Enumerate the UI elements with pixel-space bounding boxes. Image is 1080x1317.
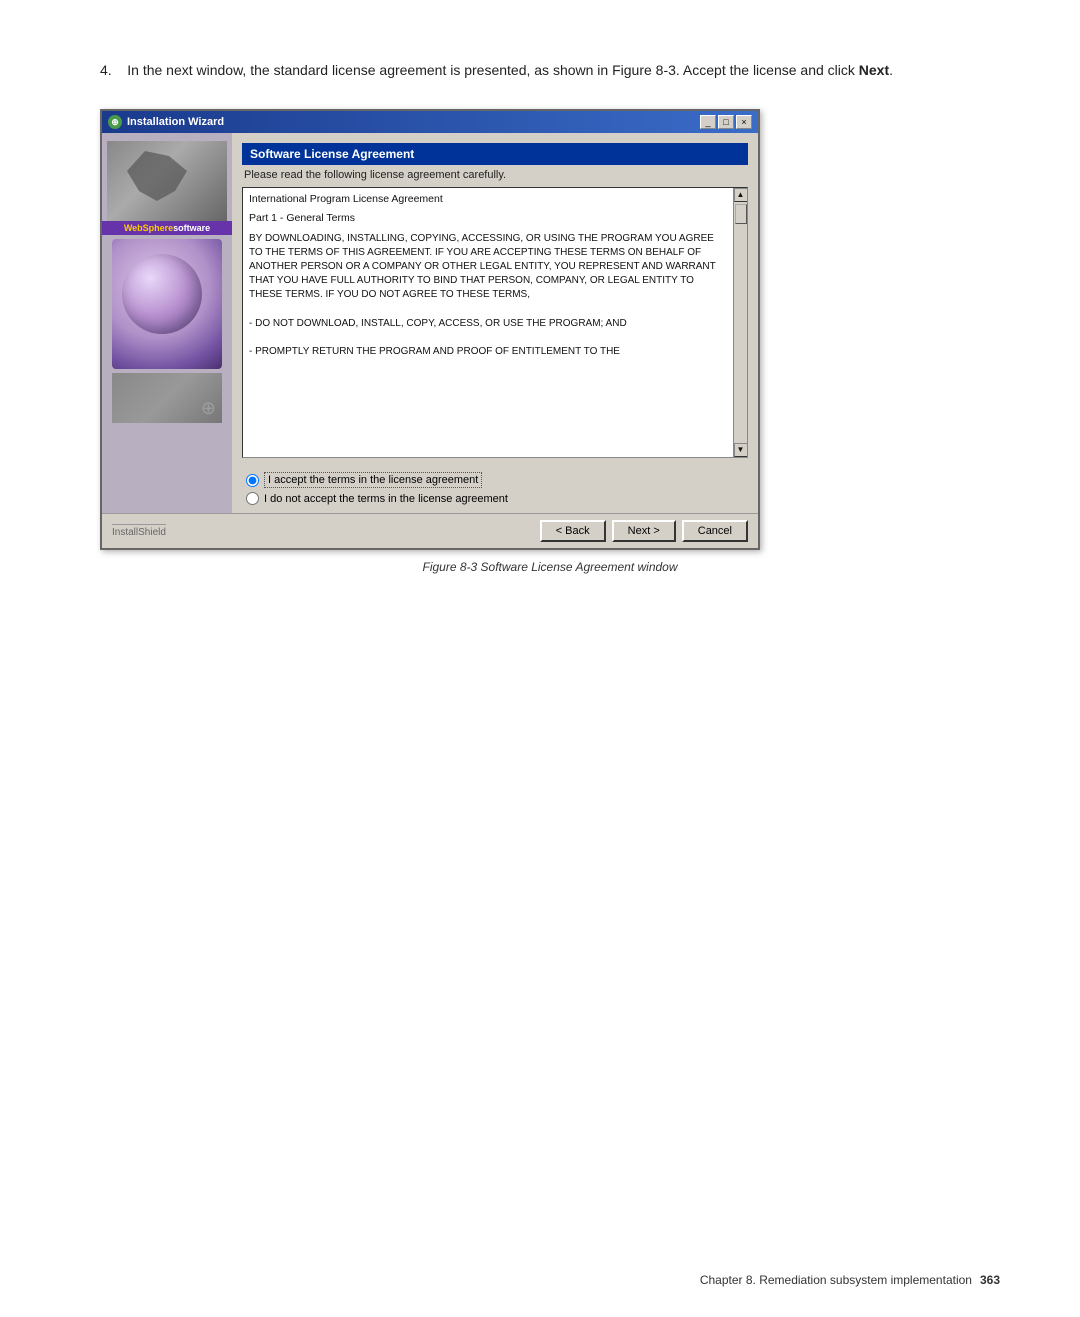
- cancel-button[interactable]: Cancel: [682, 520, 748, 542]
- page-number: 363: [980, 1273, 1000, 1287]
- close-button[interactable]: ×: [736, 115, 752, 129]
- minimize-button[interactable]: _: [700, 115, 716, 129]
- sidebar-bird-image: [107, 141, 227, 221]
- instruction-suffix: .: [889, 62, 893, 78]
- scroll-up-arrow[interactable]: ▲: [734, 188, 748, 202]
- instruction-paragraph: 4. In the next window, the standard lice…: [100, 60, 1000, 81]
- license-text-area: International Program License Agreement …: [242, 187, 748, 458]
- license-text-wrapper: International Program License Agreement …: [242, 187, 748, 458]
- websphere-label-part1: WebSphere: [124, 223, 173, 233]
- page-footer: Chapter 8. Remediation subsystem impleme…: [0, 1273, 1080, 1287]
- page-footer-text: Chapter 8. Remediation subsystem impleme…: [700, 1273, 1000, 1287]
- radio-decline-label: I do not accept the terms in the license…: [264, 493, 508, 505]
- license-text-inner: International Program License Agreement …: [249, 192, 741, 359]
- sidebar-globe-image: [112, 239, 222, 369]
- license-header: International Program License Agreement: [249, 192, 725, 207]
- figure-caption: Figure 8-3 Software License Agreement wi…: [100, 560, 1000, 574]
- radio-accept-input[interactable]: [246, 474, 259, 487]
- section-subtitle: Please read the following license agreem…: [242, 169, 748, 181]
- radio-section: I accept the terms in the license agreem…: [242, 466, 748, 513]
- window-body: WebSphere software Software License Agre…: [102, 133, 758, 513]
- radio-decline-input[interactable]: [246, 492, 259, 505]
- instruction-text: In the next window, the standard license…: [127, 62, 859, 78]
- license-scrollbar[interactable]: ▲ ▼: [733, 188, 747, 457]
- installation-wizard-window: ⊕ Installation Wizard _ □ × WebSphere so…: [100, 109, 760, 550]
- next-button[interactable]: Next >: [612, 520, 676, 542]
- title-bar: ⊕ Installation Wizard _ □ ×: [102, 111, 758, 133]
- title-bar-buttons: _ □ ×: [700, 115, 752, 129]
- license-part: Part 1 - General Terms: [249, 211, 725, 226]
- license-bullet2: - PROMPTLY RETURN THE PROGRAM AND PROOF …: [249, 345, 725, 359]
- installshield-label: InstallShield: [112, 524, 166, 538]
- wizard-footer: InstallShield < Back Next > Cancel: [102, 513, 758, 548]
- sidebar-bottom-image: [112, 373, 222, 423]
- back-button[interactable]: < Back: [540, 520, 606, 542]
- page-content: 4. In the next window, the standard lice…: [0, 0, 1080, 654]
- title-bar-left: ⊕ Installation Wizard: [108, 115, 224, 129]
- wizard-sidebar: WebSphere software: [102, 133, 232, 513]
- scroll-down-arrow[interactable]: ▼: [734, 443, 748, 457]
- instruction-bold: Next: [859, 62, 889, 78]
- radio-decline-option: I do not accept the terms in the license…: [246, 492, 748, 505]
- license-bullet1: - DO NOT DOWNLOAD, INSTALL, COPY, ACCESS…: [249, 317, 725, 331]
- window-title: Installation Wizard: [127, 116, 224, 128]
- window-icon: ⊕: [108, 115, 122, 129]
- instruction-number: 4.: [100, 62, 112, 78]
- section-title: Software License Agreement: [242, 143, 748, 165]
- license-body-main: BY DOWNLOADING, INSTALLING, COPYING, ACC…: [249, 232, 725, 302]
- websphere-label: WebSphere software: [102, 221, 232, 235]
- radio-accept-label: I accept the terms in the license agreem…: [264, 472, 482, 488]
- scroll-thumb[interactable]: [735, 204, 747, 224]
- websphere-label-part2: software: [173, 223, 210, 233]
- chapter-text: Chapter 8. Remediation subsystem impleme…: [700, 1273, 972, 1287]
- restore-button[interactable]: □: [718, 115, 734, 129]
- radio-accept-option: I accept the terms in the license agreem…: [246, 472, 748, 488]
- footer-buttons: < Back Next > Cancel: [540, 520, 748, 542]
- wizard-content-area: Software License Agreement Please read t…: [232, 133, 758, 513]
